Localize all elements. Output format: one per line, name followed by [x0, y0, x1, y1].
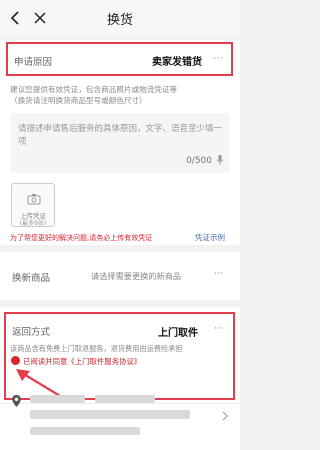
divider: [0, 403, 240, 404]
char-counter: 0/500: [186, 156, 212, 166]
redacted-address-line: [30, 410, 190, 419]
upload-evidence-button[interactable]: 上传凭证 (最多9张): [11, 183, 55, 227]
new-goods-placeholder[interactable]: 请选择需要更换的新商品: [91, 271, 181, 282]
reason-textarea[interactable]: 请描述申请售后服务的具体原因，文字、语音至少填一项 0/500: [10, 113, 230, 173]
chevron-right-icon[interactable]: [222, 411, 229, 421]
check-icon[interactable]: [11, 356, 20, 365]
reason-hint-line1: 建议您提供有效凭证，包含商品照片或物流凭证等: [10, 85, 178, 94]
return-method-card: 返回方式 上门取件 ··· 该商品含有免费上门取退服务，退货费用由运费险承担 已…: [0, 307, 240, 450]
return-method-value[interactable]: 上门取件: [158, 324, 198, 339]
new-goods-label: 换新商品: [12, 273, 51, 284]
reason-card: 申请原因 卖家发错货 ··· 建议您提供有效凭证，包含商品照片或物流凭证等 （换…: [0, 40, 240, 245]
page-title: 换货: [106, 13, 133, 28]
evidence-example-link[interactable]: 凭证示例: [195, 232, 225, 243]
reason-textarea-placeholder: 请描述申请售后服务的具体原因，文字、语音至少填一项: [18, 124, 223, 147]
upload-reminder: 为了帮您更好的解决问题,请务必上传有效凭证: [10, 234, 153, 242]
redacted-address-line: [30, 395, 85, 403]
return-method-label: 返回方式: [12, 327, 51, 338]
camera-icon: [27, 194, 41, 205]
location-pin-icon: [12, 395, 21, 407]
reason-label: 申请原因: [14, 57, 53, 68]
return-description: 该商品含有免费上门取退服务，退货费用由运费险承担: [10, 344, 183, 353]
redacted-address-line: [30, 427, 140, 435]
redacted-address-line: [95, 395, 155, 403]
return-more-icon[interactable]: ···: [214, 324, 224, 334]
microphone-icon[interactable]: [216, 155, 224, 166]
navigation-bar: 换货: [0, 0, 240, 36]
reason-hint-line2: （换货请注明换货商品型号或颜色尺寸）: [10, 96, 147, 105]
new-goods-card[interactable]: 换新商品 请选择需要更换的新商品 ···: [0, 252, 240, 300]
reason-value[interactable]: 卖家发错货: [152, 53, 202, 68]
new-goods-more-icon[interactable]: ···: [214, 269, 224, 279]
upload-limit: (最多9张): [19, 220, 47, 227]
reason-more-icon[interactable]: ···: [213, 54, 223, 64]
